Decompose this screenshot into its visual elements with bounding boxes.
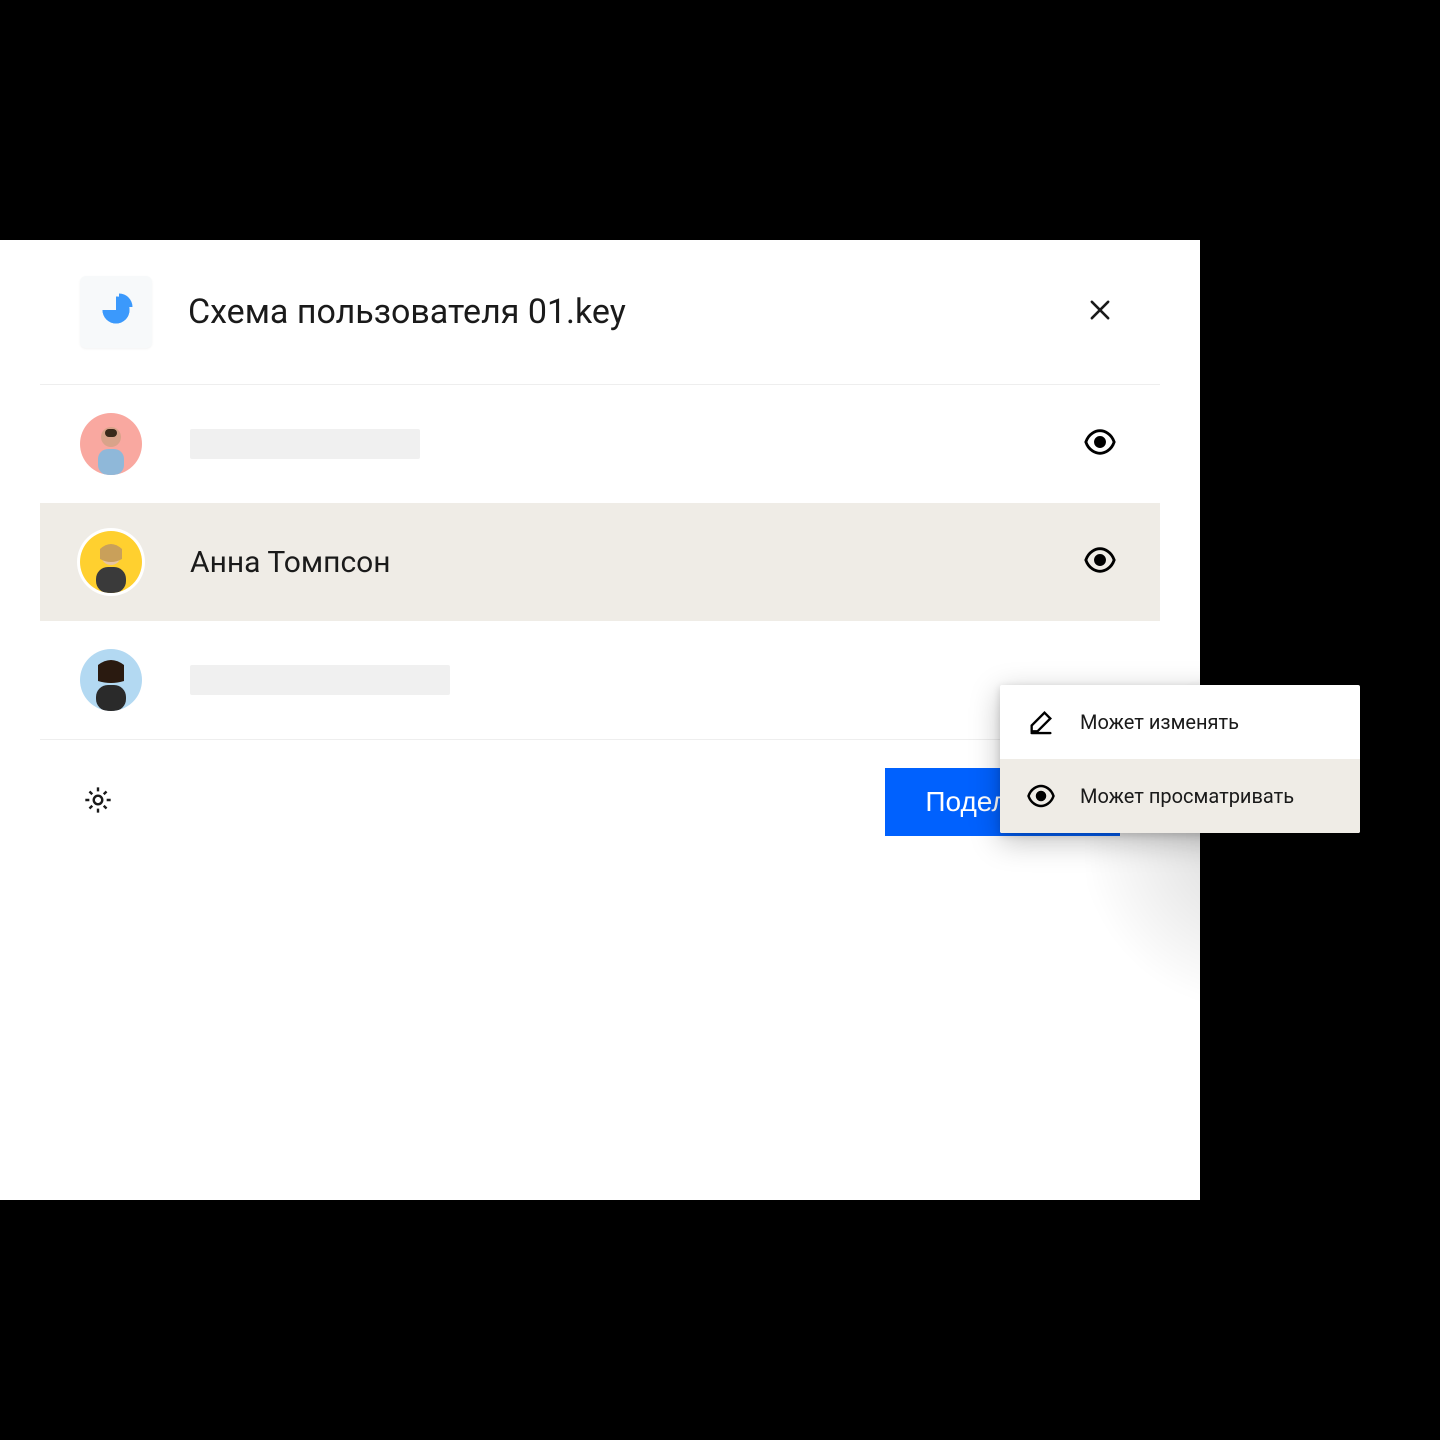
person-row[interactable] — [40, 621, 1160, 739]
name-placeholder — [190, 665, 450, 695]
eye-icon — [1083, 543, 1117, 581]
avatar — [80, 649, 142, 711]
person-name — [190, 429, 1080, 459]
person-row[interactable] — [40, 385, 1160, 503]
file-title: Схема пользователя 01.key — [188, 292, 1080, 332]
gear-icon — [82, 784, 114, 820]
name-placeholder — [190, 429, 420, 459]
permission-option-label: Может просматривать — [1080, 784, 1294, 808]
permission-button[interactable] — [1080, 542, 1120, 582]
avatar — [80, 531, 142, 593]
close-icon — [1086, 296, 1114, 328]
permission-option-edit[interactable]: Может изменять — [1000, 685, 1360, 759]
file-thumbnail — [80, 276, 152, 348]
settings-button[interactable] — [80, 784, 116, 820]
dialog-footer: Поделиться — [40, 740, 1160, 876]
permission-option-view[interactable]: Может просматривать — [1000, 759, 1360, 833]
eye-icon — [1083, 425, 1117, 463]
permission-button[interactable] — [1080, 424, 1120, 464]
share-dialog: Схема пользователя 01.key — [40, 240, 1160, 876]
close-button[interactable] — [1080, 292, 1120, 332]
eye-icon — [1024, 779, 1058, 813]
canvas-stage: Схема пользователя 01.key — [0, 240, 1200, 1200]
person-name — [190, 665, 1080, 695]
person-row[interactable]: Анна Томпсон — [40, 503, 1160, 621]
avatar — [80, 413, 142, 475]
pie-chart-icon — [98, 292, 134, 332]
dialog-header: Схема пользователя 01.key — [40, 240, 1160, 385]
pencil-icon — [1024, 705, 1058, 739]
permission-popover: Может изменять Может просматривать — [1000, 685, 1360, 833]
person-name: Анна Томпсон — [190, 545, 1080, 580]
people-list: Анна Томпсон — [40, 385, 1160, 739]
permission-option-label: Может изменять — [1080, 710, 1239, 734]
